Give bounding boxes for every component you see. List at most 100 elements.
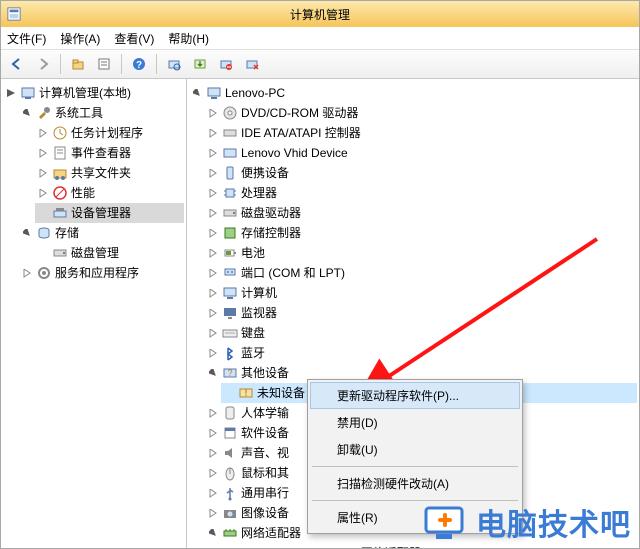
expand-icon[interactable]	[208, 288, 219, 299]
tree-label: 任务计划程序	[71, 124, 143, 142]
expand-icon[interactable]	[208, 268, 219, 279]
ctx-uninstall[interactable]: 卸载(U)	[310, 436, 520, 463]
device-category[interactable]: 电池	[205, 243, 637, 263]
tree-storage[interactable]: 存储 磁盘管理	[19, 223, 184, 263]
tree-label: 服务和应用程序	[55, 264, 139, 282]
tree-task-scheduler[interactable]: 任务计划程序	[35, 123, 184, 143]
expand-icon[interactable]	[208, 448, 219, 459]
tree-label: Lenovo-PC	[225, 84, 285, 102]
expand-icon[interactable]	[208, 308, 219, 319]
expand-icon[interactable]	[208, 248, 219, 259]
main-area: 计算机管理(本地) 系统工具 任务计划程序 事件查看器	[1, 79, 639, 548]
expand-icon[interactable]	[208, 108, 219, 119]
ctx-scan-hardware[interactable]: 扫描检测硬件改动(A)	[310, 470, 520, 497]
expand-icon[interactable]	[208, 128, 219, 139]
shared-folder-icon	[52, 165, 68, 181]
clock-icon	[52, 125, 68, 141]
expand-icon[interactable]	[208, 488, 219, 499]
expand-icon[interactable]	[6, 88, 17, 99]
menubar: 文件(F) 操作(A) 查看(V) 帮助(H)	[1, 27, 639, 50]
tree-label: 事件查看器	[71, 144, 131, 162]
tree-event-viewer[interactable]: 事件查看器	[35, 143, 184, 163]
left-tree-pane[interactable]: 计算机管理(本地) 系统工具 任务计划程序 事件查看器	[1, 79, 187, 548]
expand-icon[interactable]	[38, 128, 49, 139]
expand-icon[interactable]	[208, 428, 219, 439]
ctx-disable[interactable]: 禁用(D)	[310, 409, 520, 436]
menu-view[interactable]: 查看(V)	[114, 30, 154, 47]
expand-icon[interactable]	[208, 188, 219, 199]
expand-icon[interactable]	[208, 368, 219, 379]
device-icon	[222, 105, 238, 121]
tree-shared-folders[interactable]: 共享文件夹	[35, 163, 184, 183]
expand-placeholder	[38, 248, 49, 259]
menu-action[interactable]: 操作(A)	[60, 30, 100, 47]
expand-icon[interactable]	[208, 508, 219, 519]
toolbar: ?	[1, 50, 639, 79]
device-category[interactable]: IDE ATA/ATAPI 控制器	[205, 123, 637, 143]
device-category[interactable]: 处理器	[205, 183, 637, 203]
device-category[interactable]: 端口 (COM 和 LPT)	[205, 263, 637, 283]
menu-file[interactable]: 文件(F)	[7, 30, 46, 47]
ctx-update-driver[interactable]: 更新驱动程序软件(P)...	[310, 382, 520, 409]
toolbar-uninstall[interactable]	[240, 52, 264, 76]
device-category[interactable]: 键盘	[205, 323, 637, 343]
device-icon	[222, 145, 238, 161]
tree-root-local[interactable]: 计算机管理(本地) 系统工具 任务计划程序 事件查看器	[3, 83, 184, 283]
device-category[interactable]: 计算机	[205, 283, 637, 303]
watermark: 电脑技术吧	[422, 500, 631, 544]
toolbar-update-driver[interactable]	[188, 52, 212, 76]
tree-performance[interactable]: 性能	[35, 183, 184, 203]
expand-icon[interactable]	[208, 468, 219, 479]
expand-icon[interactable]	[208, 148, 219, 159]
expand-icon[interactable]	[208, 208, 219, 219]
menu-help[interactable]: 帮助(H)	[168, 30, 209, 47]
expand-icon[interactable]	[38, 148, 49, 159]
tree-label: 软件设备	[241, 424, 289, 442]
tree-system-tools[interactable]: 系统工具 任务计划程序 事件查看器 共享文件夹 性能 设备管理器	[19, 103, 184, 223]
toolbar-help[interactable]: ?	[127, 52, 151, 76]
watermark-logo-icon	[422, 502, 470, 542]
device-category[interactable]: 监视器	[205, 303, 637, 323]
toolbar-properties[interactable]	[92, 52, 116, 76]
expand-icon[interactable]	[208, 408, 219, 419]
tools-icon	[36, 105, 52, 121]
expand-icon[interactable]	[208, 348, 219, 359]
device-icon	[222, 225, 238, 241]
expand-icon[interactable]	[208, 228, 219, 239]
tree-disk-mgmt[interactable]: 磁盘管理	[35, 243, 184, 263]
toolbar-forward[interactable]	[31, 52, 55, 76]
toolbar-back[interactable]	[5, 52, 29, 76]
device-icon	[222, 425, 238, 441]
tree-label: Lenovo Vhid Device	[241, 144, 348, 162]
right-tree-pane[interactable]: Lenovo-PC DVD/CD-ROM 驱动器IDE ATA/ATAPI 控制…	[187, 79, 639, 548]
expand-placeholder	[38, 208, 49, 219]
tree-label: 系统工具	[55, 104, 103, 122]
expand-icon[interactable]	[22, 228, 33, 239]
expand-icon[interactable]	[208, 528, 219, 539]
expand-icon[interactable]	[38, 168, 49, 179]
tree-label: 声音、视	[241, 444, 289, 462]
device-category[interactable]: 磁盘驱动器	[205, 203, 637, 223]
device-category[interactable]: Lenovo Vhid Device	[205, 143, 637, 163]
device-category[interactable]: 便携设备	[205, 163, 637, 183]
expand-icon[interactable]	[22, 108, 33, 119]
toolbar-scan-hardware[interactable]	[162, 52, 186, 76]
device-icon	[222, 205, 238, 221]
toolbar-disable[interactable]	[214, 52, 238, 76]
device-category[interactable]: 蓝牙	[205, 343, 637, 363]
device-category[interactable]: 存储控制器	[205, 223, 637, 243]
tree-label: 计算机管理(本地)	[39, 84, 131, 102]
expand-icon[interactable]	[22, 268, 33, 279]
expand-icon[interactable]	[38, 188, 49, 199]
toolbar-up[interactable]	[66, 52, 90, 76]
other-devices-icon: ?	[222, 365, 238, 381]
expand-icon[interactable]	[192, 88, 203, 99]
tree-device-manager[interactable]: 设备管理器	[35, 203, 184, 223]
expand-icon[interactable]	[208, 168, 219, 179]
tree-services-apps[interactable]: 服务和应用程序	[19, 263, 184, 283]
storage-icon	[36, 225, 52, 241]
device-category[interactable]: DVD/CD-ROM 驱动器	[205, 103, 637, 123]
titlebar: 计算机管理	[1, 1, 639, 27]
expand-icon[interactable]	[208, 328, 219, 339]
computer-mgmt-icon	[20, 85, 36, 101]
